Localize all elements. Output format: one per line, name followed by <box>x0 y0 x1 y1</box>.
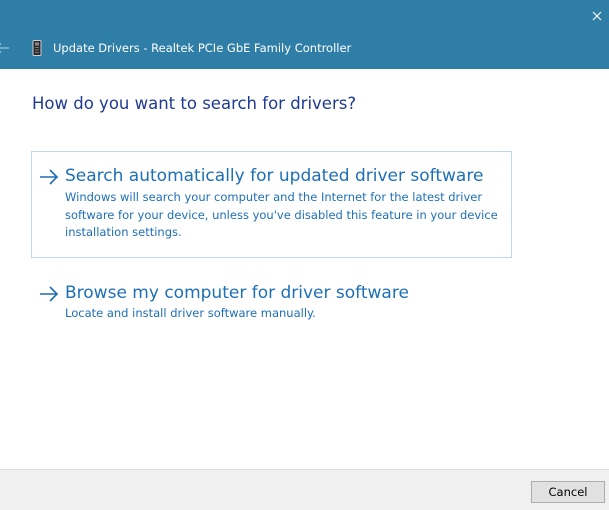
update-drivers-window: Update Drivers - Realtek PCIe GbE Family… <box>0 0 609 510</box>
footer-bar <box>0 469 609 510</box>
arrow-right-icon <box>40 169 59 185</box>
browse-computer-description: Locate and install driver software manua… <box>65 306 316 320</box>
search-automatically-title: Search automatically for updated driver … <box>65 166 484 186</box>
back-button[interactable] <box>0 40 10 56</box>
network-adapter-icon <box>32 40 42 56</box>
title-bar: Update Drivers - Realtek PCIe GbE Family… <box>0 0 609 69</box>
close-icon <box>592 11 602 21</box>
search-automatically-option[interactable]: Search automatically for updated driver … <box>31 151 512 258</box>
close-button[interactable] <box>585 0 609 32</box>
page-heading: How do you want to search for drivers? <box>32 94 357 113</box>
browse-computer-option[interactable]: Browse my computer for driver software L… <box>31 277 512 331</box>
cancel-button[interactable]: Cancel <box>531 481 605 503</box>
browse-computer-title: Browse my computer for driver software <box>65 283 409 303</box>
back-arrow-icon <box>0 43 9 53</box>
search-automatically-description: Windows will search your computer and th… <box>65 190 498 239</box>
window-title: Update Drivers - Realtek PCIe GbE Family… <box>53 41 352 55</box>
arrow-right-icon <box>40 286 59 302</box>
